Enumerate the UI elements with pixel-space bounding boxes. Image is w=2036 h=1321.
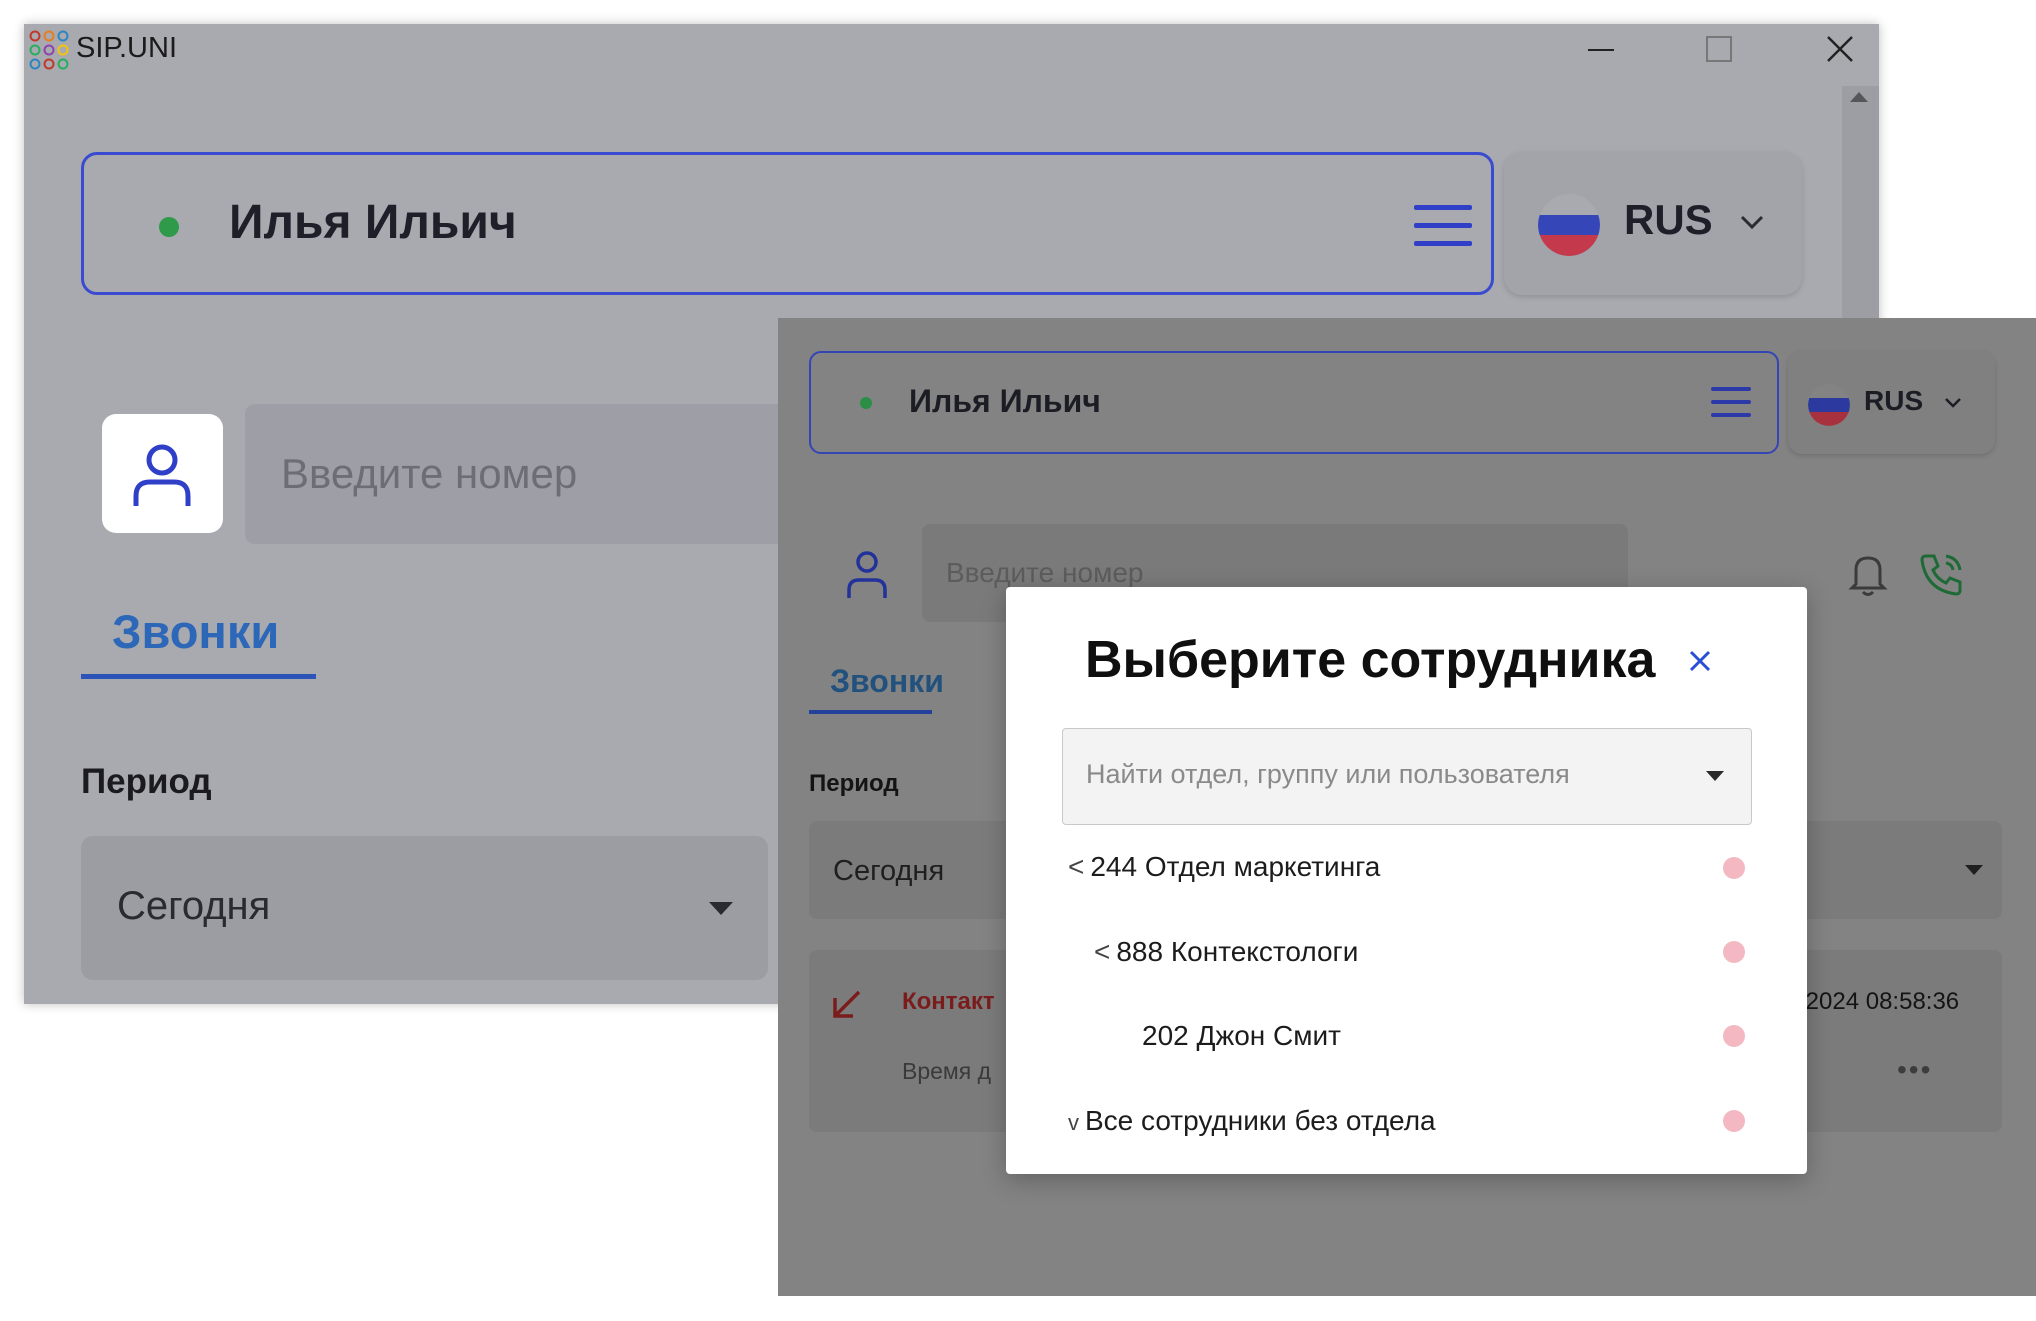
chevron-down-icon[interactable]: v	[1068, 1110, 1079, 1136]
user-icon[interactable]	[845, 550, 889, 600]
tree-item-group[interactable]: <888 Контекстологи	[1094, 936, 1358, 968]
tree-item-label: Все сотрудники без отдела	[1085, 1105, 1436, 1136]
phone-call-icon[interactable]	[1918, 550, 1966, 598]
tree-item-label: 244 Отдел маркетинга	[1090, 851, 1381, 882]
online-status-dot	[159, 217, 179, 237]
maximize-button[interactable]	[1684, 24, 1754, 74]
period-label: Период	[81, 762, 212, 801]
language-selector[interactable]: RUS	[1788, 351, 1995, 454]
active-tab-indicator	[809, 710, 932, 714]
tree-item-user[interactable]: 202 Джон Смит	[1142, 1020, 1341, 1052]
user-name: Илья Ильич	[229, 196, 517, 249]
dialog-title: Выберите сотрудника	[1085, 631, 1656, 689]
status-dot	[1723, 1110, 1745, 1132]
user-status-bar[interactable]: Илья Ильич	[809, 351, 1779, 454]
bell-icon[interactable]	[1846, 550, 1890, 598]
minimize-icon	[1588, 49, 1614, 51]
app-logo-icon	[29, 30, 69, 70]
russia-flag-icon	[1538, 194, 1600, 256]
active-tab-indicator	[81, 674, 316, 679]
period-label: Период	[809, 770, 899, 797]
tree-item-no-department[interactable]: v Все сотрудники без отдела	[1068, 1105, 1436, 1137]
tree-item-department[interactable]: <244 Отдел маркетинга	[1068, 851, 1380, 883]
tree-item-label: 202 Джон Смит	[1142, 1020, 1341, 1051]
scroll-up-arrow-icon[interactable]	[1850, 92, 1868, 102]
period-select[interactable]: Сегодня	[81, 836, 768, 980]
missed-call-arrow-icon	[833, 990, 861, 1018]
chevron-left-icon[interactable]: <	[1094, 936, 1110, 968]
call-datetime: .2024 08:58:36	[1799, 988, 1960, 1015]
online-status-dot	[860, 397, 872, 409]
close-icon	[1827, 36, 1853, 62]
maximize-icon	[1706, 36, 1732, 62]
minimize-button[interactable]	[1566, 24, 1636, 74]
title-bar: SIP.UNI	[24, 24, 1879, 74]
status-dot	[1723, 1025, 1745, 1047]
hamburger-menu-icon[interactable]	[1711, 385, 1751, 419]
call-duration-label: Время д	[902, 1058, 992, 1084]
tab-calls[interactable]: Звонки	[830, 663, 944, 700]
chevron-left-icon[interactable]: <	[1068, 851, 1084, 883]
user-status-bar[interactable]: Илья Ильич	[81, 152, 1494, 295]
chevron-down-icon	[1945, 398, 1961, 408]
user-name: Илья Ильич	[909, 383, 1101, 419]
russia-flag-icon	[1808, 384, 1850, 426]
user-icon	[133, 444, 191, 506]
status-dot	[1723, 941, 1745, 963]
call-contact-name: Контакт	[902, 988, 995, 1015]
employee-search-select[interactable]: Найти отдел, группу или пользователя	[1062, 728, 1752, 825]
app-title: SIP.UNI	[76, 32, 178, 64]
period-value: Сегодня	[833, 855, 945, 887]
chevron-down-icon	[1740, 215, 1764, 230]
more-options-icon[interactable]: •••	[1897, 1054, 1932, 1086]
close-window-button[interactable]	[1805, 24, 1875, 74]
caret-down-icon	[709, 902, 733, 915]
caret-down-icon	[1706, 771, 1724, 781]
period-value: Сегодня	[117, 884, 271, 928]
hamburger-menu-icon[interactable]	[1414, 203, 1472, 249]
tab-calls[interactable]: Звонки	[112, 604, 279, 659]
tree-item-label: 888 Контекстологи	[1116, 936, 1359, 967]
language-code: RUS	[1624, 196, 1713, 243]
status-dot	[1723, 857, 1745, 879]
contacts-button[interactable]	[102, 414, 223, 533]
caret-down-icon	[1965, 865, 1983, 875]
select-employee-dialog: Выберите сотрудника Найти отдел, группу …	[1006, 587, 1807, 1174]
phone-number-input[interactable]: Введите номер	[245, 404, 845, 544]
close-dialog-icon[interactable]	[1686, 647, 1714, 675]
search-placeholder: Найти отдел, группу или пользователя	[1086, 759, 1570, 789]
language-code: RUS	[1864, 385, 1924, 416]
language-selector[interactable]: RUS	[1504, 152, 1802, 295]
